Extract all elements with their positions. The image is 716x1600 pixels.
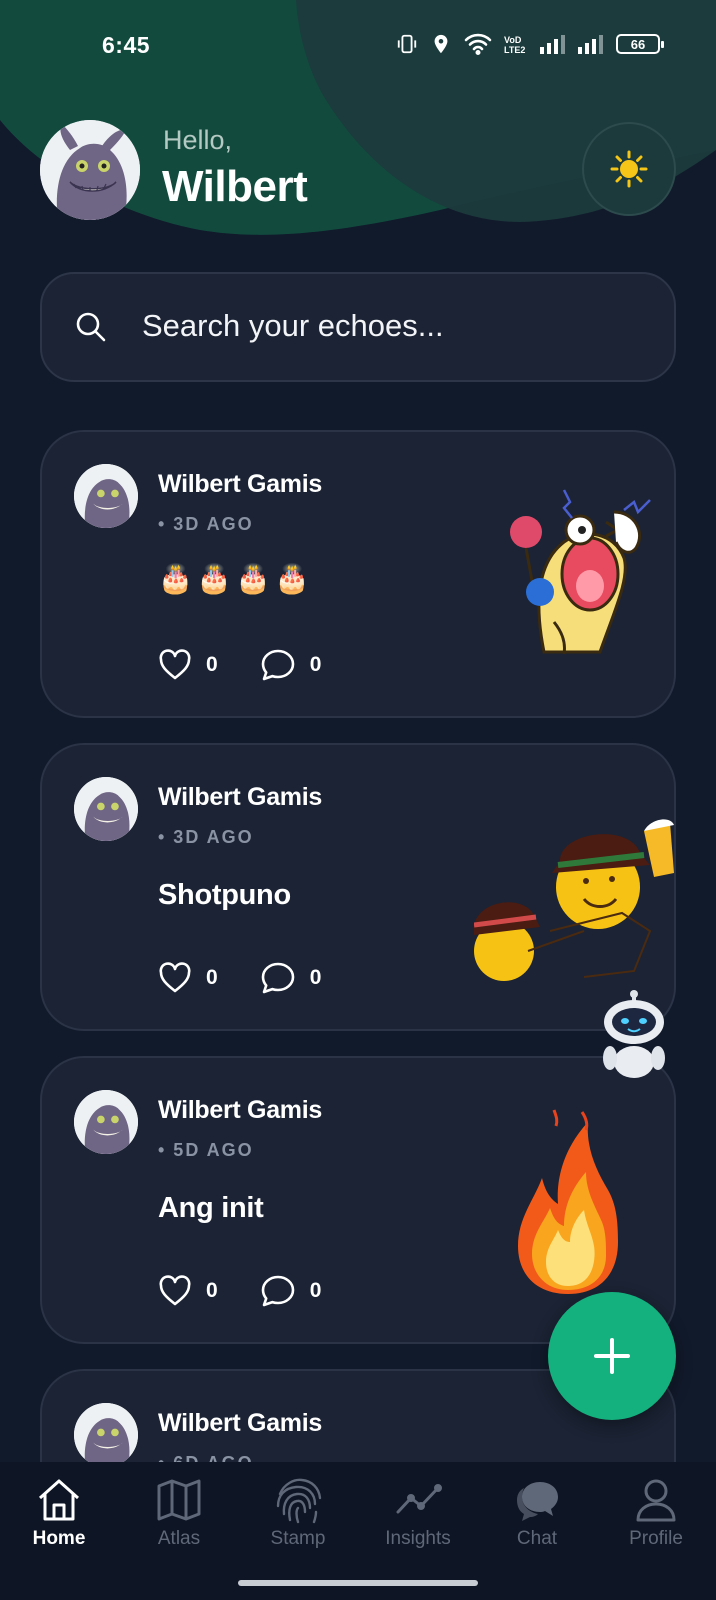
post-actions: 0 0 — [158, 648, 363, 682]
cheers-emoji-sticker — [474, 819, 674, 981]
comment-button[interactable]: 0 — [260, 1274, 322, 1308]
heart-icon — [159, 649, 191, 680]
post-card[interactable]: Wilbert Gamis • 3D AGO 🎂🎂🎂🎂 0 0 — [40, 430, 676, 718]
status-bar: 6:45 VoD LTE2 66 — [0, 22, 716, 70]
like-button[interactable]: 0 — [158, 649, 218, 681]
trend-icon — [396, 1484, 442, 1514]
location-icon — [434, 34, 448, 54]
nav-label-profile: Profile — [629, 1528, 683, 1549]
cheering-dog-sticker — [510, 489, 651, 655]
post-actions: 0 0 — [158, 1274, 363, 1308]
signal-icon-2 — [578, 35, 603, 54]
comment-button[interactable]: 0 — [260, 961, 322, 995]
post-time: • 6D AGO — [158, 1453, 254, 1462]
nav-item-insights[interactable]: Insights — [363, 1476, 473, 1550]
fire-sticker — [518, 1109, 618, 1294]
svg-text:VoD: VoD — [504, 35, 522, 45]
like-count: 0 — [206, 966, 218, 989]
theme-toggle-button[interactable] — [582, 122, 676, 216]
battery-level: 66 — [630, 36, 646, 52]
nav-label-stamp: Stamp — [270, 1528, 326, 1549]
comment-button[interactable]: 0 — [260, 648, 322, 682]
post-author: Wilbert Gamis — [158, 1409, 322, 1437]
post-avatar[interactable] — [74, 464, 138, 528]
search-bar[interactable] — [40, 272, 676, 382]
map-icon — [157, 1479, 201, 1521]
nav-label-home: Home — [32, 1528, 86, 1549]
post-card[interactable]: Wilbert Gamis • 3D AGO Shotpuno 0 0 — [40, 743, 676, 1031]
post-feed[interactable]: Wilbert Gamis • 3D AGO 🎂🎂🎂🎂 0 0 Wilbert … — [0, 0, 716, 1462]
comment-icon — [261, 1275, 294, 1307]
status-icons: VoD LTE2 66 — [396, 32, 664, 56]
post-content: Shotpuno — [158, 879, 291, 911]
comment-icon — [261, 962, 294, 994]
post-content: Ang init — [158, 1192, 264, 1224]
search-input[interactable] — [142, 304, 642, 348]
comment-count: 0 — [309, 653, 322, 676]
wifi-icon — [464, 33, 492, 55]
heart-icon — [159, 1275, 191, 1306]
heart-icon — [159, 962, 191, 993]
nav-label-atlas: Atlas — [157, 1528, 201, 1549]
signal-icon — [540, 35, 565, 54]
like-button[interactable]: 0 — [158, 962, 218, 994]
battery-indicator: 66 — [616, 34, 664, 54]
nav-item-stamp[interactable]: Stamp — [243, 1476, 353, 1550]
status-time: 6:45 — [102, 32, 151, 58]
comment-count: 0 — [309, 1279, 322, 1302]
post-actions: 0 0 — [158, 961, 363, 995]
post-avatar[interactable] — [74, 1403, 138, 1462]
sun-icon — [610, 150, 648, 188]
post-time: • 5D AGO — [158, 1140, 254, 1160]
nav-item-profile[interactable]: Profile — [601, 1476, 711, 1550]
search-icon — [76, 312, 106, 342]
post-avatar[interactable] — [74, 1090, 138, 1154]
like-count: 0 — [206, 1279, 218, 1302]
user-name: Wilbert — [162, 162, 308, 211]
bottom-navigation: Home Atlas Stamp Insights Chat Profile — [0, 1462, 716, 1600]
post-avatar[interactable] — [74, 777, 138, 841]
post-content: 🎂🎂🎂🎂 — [158, 563, 314, 594]
post-time: • 3D AGO — [158, 827, 254, 847]
nav-label-chat: Chat — [516, 1528, 558, 1549]
comment-count: 0 — [309, 966, 322, 989]
like-count: 0 — [206, 653, 218, 676]
post-author: Wilbert Gamis — [158, 783, 322, 811]
nav-item-atlas[interactable]: Atlas — [124, 1476, 234, 1550]
comment-icon — [261, 649, 294, 681]
plus-icon — [594, 1338, 630, 1374]
nav-item-chat[interactable]: Chat — [482, 1476, 592, 1550]
like-button[interactable]: 0 — [158, 1275, 218, 1307]
gesture-home-bar[interactable] — [238, 1580, 478, 1586]
nav-item-home[interactable]: Home — [4, 1476, 114, 1550]
greeting-text: Hello, — [163, 125, 233, 155]
profile-avatar[interactable] — [40, 120, 140, 220]
chat-icon — [517, 1482, 558, 1521]
svg-text:LTE2: LTE2 — [504, 45, 525, 55]
fingerprint-icon — [276, 1478, 322, 1524]
vibrate-icon — [397, 34, 417, 54]
new-post-button[interactable] — [548, 1292, 676, 1420]
post-author: Wilbert Gamis — [158, 470, 322, 498]
nav-label-insights: Insights — [385, 1528, 451, 1549]
post-author: Wilbert Gamis — [158, 1096, 322, 1124]
post-time: • 3D AGO — [158, 514, 254, 534]
ai-assistant-robot[interactable] — [598, 988, 670, 1080]
person-icon — [636, 1479, 676, 1522]
volte-icon: VoDLTE2 — [504, 35, 525, 55]
home-icon — [38, 1479, 80, 1521]
